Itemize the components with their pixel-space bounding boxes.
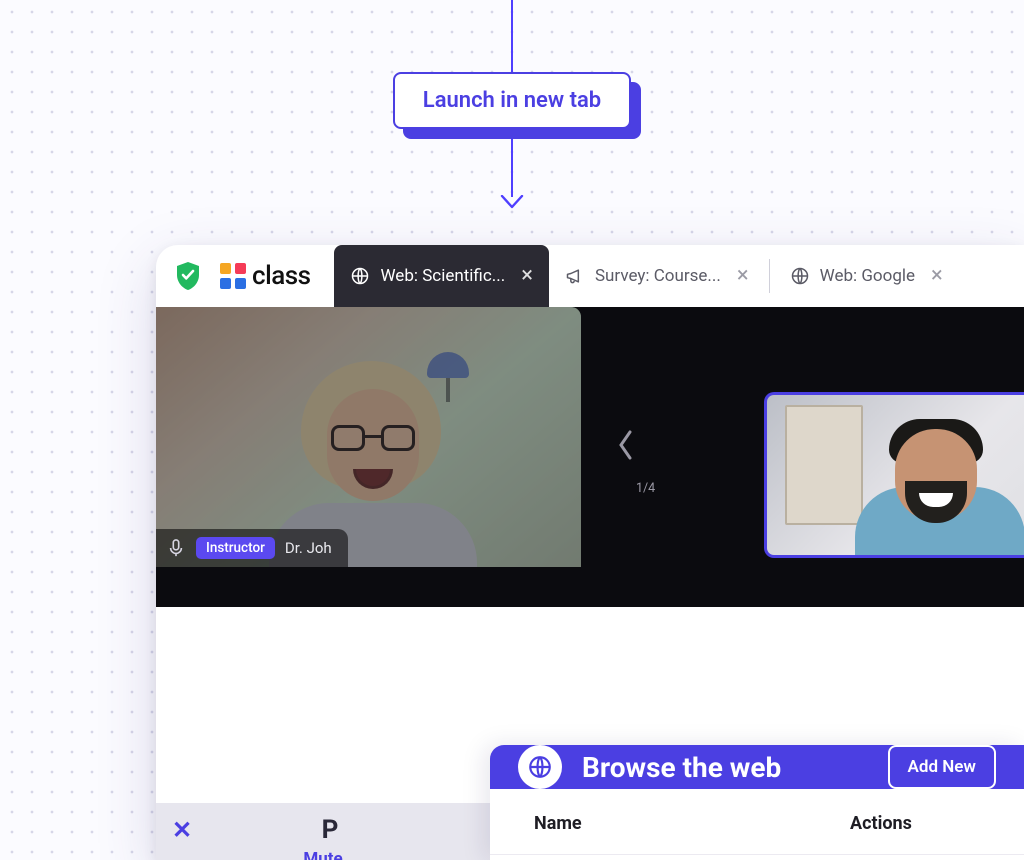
table-row: Harvard Business Review ••• Launch [490,854,1024,860]
presenter-label-bar: Instructor Dr. Joh [156,529,348,567]
tab-label: Web: Google [820,266,915,286]
participants-title: P [186,815,474,845]
globe-icon [790,266,810,286]
tab-web-google[interactable]: Web: Google × [774,245,959,307]
tab-label: Web: Scientific... [380,266,505,286]
flow-line-top [511,0,513,72]
browse-web-panel: Browse the web Add New Name Actions Harv… [490,745,1024,860]
launch-new-tab-label[interactable]: Launch in new tab [393,72,631,129]
brand-mark-icon [220,263,246,289]
mic-icon [166,538,186,558]
topbar: class Web: Scientific... × Survey: Cours… [156,245,1024,307]
flow-diagram: Launch in new tab [0,0,1024,209]
pager-count: 1/4 [636,481,655,496]
col-actions: Actions [850,813,980,834]
shield-icon [174,262,202,290]
presenter-name: Dr. Joh [285,539,332,557]
main-video-tile[interactable]: Instructor Dr. Joh [156,307,581,567]
brand-name: class [252,261,310,291]
table-header: Name Actions [490,789,1024,854]
participant-video-thumb[interactable] [764,392,1024,558]
participants-sidebar: ✕ P Mute Everyone (26) Instructor (1) Dr… [156,803,491,860]
col-name: Name [534,813,850,834]
close-icon[interactable]: × [521,265,533,287]
close-icon[interactable]: × [737,265,749,287]
brand-logo: class [220,261,310,291]
flow-line-bottom [511,129,513,197]
add-new-button[interactable]: Add New [888,745,996,789]
globe-icon [518,745,562,789]
mute-all-link[interactable]: Mute [156,849,490,860]
chevron-left-icon[interactable] [616,428,636,462]
arrowhead-icon [500,195,524,209]
tabs: Web: Scientific... × Survey: Course... ×… [334,245,1010,307]
panel-header: Browse the web Add New [490,745,1024,789]
tab-survey-course[interactable]: Survey: Course... × [549,245,765,307]
tab-label: Survey: Course... [595,266,721,286]
panel-title: Browse the web [582,751,868,784]
flow-button-wrap: Launch in new tab [393,72,631,129]
tab-web-scientific[interactable]: Web: Scientific... × [334,245,548,307]
megaphone-icon [565,266,585,286]
close-icon[interactable]: × [931,265,943,287]
video-stage: Instructor Dr. Joh 1/4 [156,307,1024,607]
app-window: class Web: Scientific... × Survey: Cours… [156,245,1024,860]
role-badge: Instructor [196,537,275,559]
globe-icon [350,266,370,286]
